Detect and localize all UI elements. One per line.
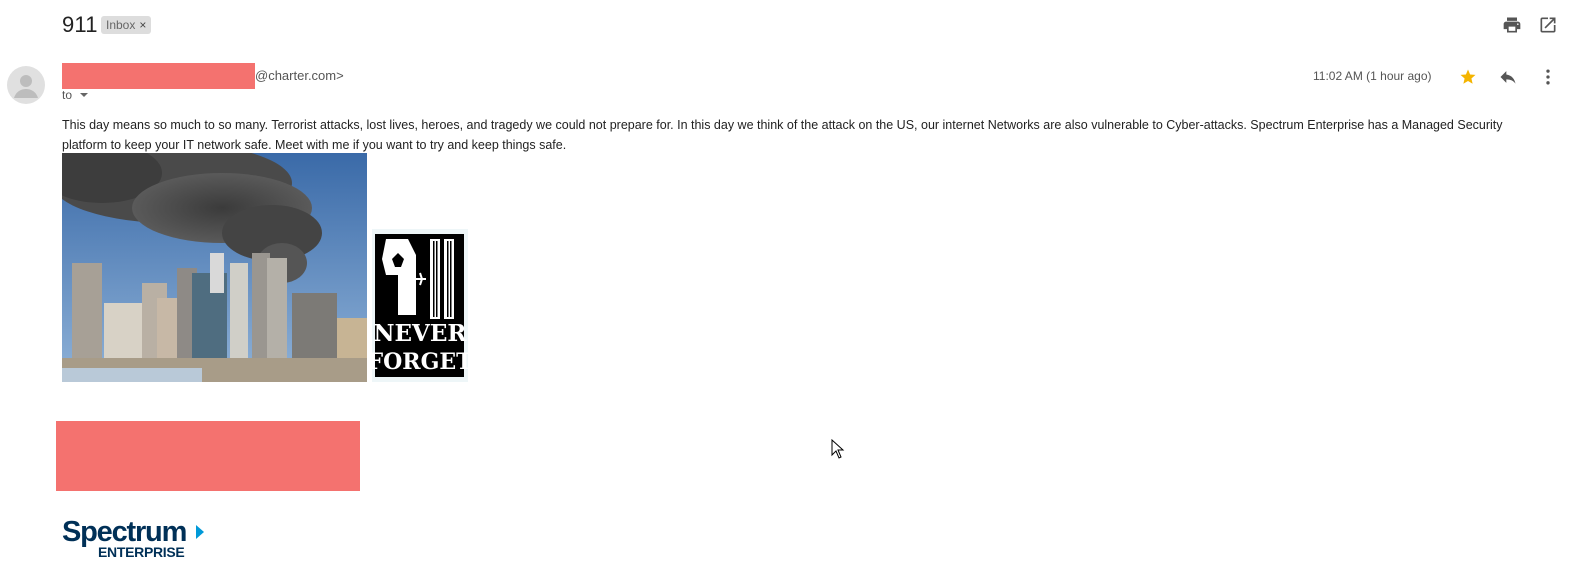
redacted-signature (56, 421, 360, 491)
skyline-smoke-photo (62, 153, 367, 382)
never-text: NEVER (373, 320, 467, 347)
recipient-prefix: to (62, 88, 73, 102)
chevron-down-icon[interactable] (80, 93, 89, 97)
open-in-new-window-icon[interactable] (1538, 15, 1558, 35)
spectrum-enterprise-logo: Spectrum ENTERPRISE (62, 516, 204, 560)
reply-icon[interactable] (1498, 67, 1518, 87)
recipient-details[interactable]: to (62, 88, 89, 102)
spectrum-logo-sub: ENTERPRISE (98, 544, 184, 560)
inbox-label-chip[interactable]: Inbox × (101, 16, 152, 34)
redacted-sender-name (62, 63, 255, 89)
never-forget-image: NEVER FORGET (368, 229, 473, 382)
more-vertical-icon[interactable] (1538, 67, 1558, 87)
email-timestamp: 11:02 AM (1 hour ago) (1313, 69, 1432, 83)
forget-text: FORGET (372, 349, 468, 375)
default-avatar-icon (14, 75, 38, 98)
email-subject: 911 (62, 12, 98, 37)
inbox-label-text: Inbox (106, 18, 136, 32)
remove-label-button[interactable]: × (139, 18, 146, 32)
sender-email[interactable]: @charter.com> (255, 68, 344, 83)
mouse-cursor-icon (831, 439, 845, 459)
print-icon[interactable] (1502, 15, 1522, 35)
star-icon[interactable] (1459, 68, 1477, 86)
sender-avatar[interactable] (7, 66, 45, 104)
email-body-text: This day means so much to so many. Terro… (62, 118, 1503, 152)
